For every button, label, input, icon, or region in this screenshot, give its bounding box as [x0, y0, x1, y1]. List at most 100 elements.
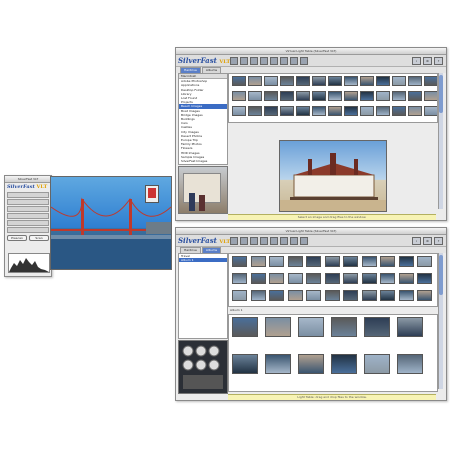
- thumbnail-image[interactable]: [248, 76, 262, 86]
- thumbnail-image[interactable]: [248, 91, 262, 101]
- grid-view-icon[interactable]: [240, 237, 248, 245]
- bottom-help-icon[interactable]: ?: [434, 237, 443, 245]
- thumbnail-image[interactable]: [287, 256, 303, 267]
- thumbnail-image[interactable]: [344, 76, 358, 86]
- thumbnail-image[interactable]: [306, 290, 321, 301]
- thumbnail-image[interactable]: [296, 91, 310, 101]
- thumbnail-image[interactable]: [344, 106, 358, 116]
- thumbnail-image[interactable]: [298, 317, 324, 337]
- print-icon[interactable]: [290, 237, 298, 245]
- thumbnail-image[interactable]: [343, 273, 358, 284]
- thumbnail-image[interactable]: [269, 273, 284, 284]
- thumbnail-image[interactable]: [376, 91, 390, 101]
- thumbnail-image[interactable]: [250, 290, 266, 301]
- thumbnail-image[interactable]: [264, 106, 278, 116]
- thumbnail-image[interactable]: [380, 290, 395, 301]
- thumbnail-image[interactable]: [296, 76, 310, 86]
- rotate-left-icon[interactable]: [270, 237, 278, 245]
- top-scrollbar-knob[interactable]: [439, 75, 443, 113]
- thumbnail-image[interactable]: [424, 106, 437, 116]
- trash-icon[interactable]: [300, 57, 308, 65]
- thumbnail-image[interactable]: [380, 273, 395, 284]
- list-view-icon[interactable]: [250, 57, 258, 65]
- thumbnail-image[interactable]: [280, 106, 294, 116]
- thumbnail-image[interactable]: [306, 256, 321, 267]
- thumbnail-image[interactable]: [269, 256, 284, 267]
- thumbnail-image[interactable]: [250, 256, 266, 267]
- thumbnail-image[interactable]: [324, 256, 340, 267]
- print-icon[interactable]: [290, 57, 298, 65]
- thumbnail-image[interactable]: [280, 91, 294, 101]
- thumbnail-image[interactable]: [376, 106, 390, 116]
- thumbnail-image[interactable]: [298, 354, 324, 374]
- thumbnail-image[interactable]: [232, 106, 246, 116]
- thumbnail-image[interactable]: [397, 354, 423, 374]
- prescan-preview-image[interactable]: [50, 176, 172, 270]
- thumbnail-size-icon[interactable]: [260, 57, 268, 65]
- thumbnail-image[interactable]: [361, 273, 377, 284]
- thumbnail-image[interactable]: [324, 273, 340, 284]
- thumbnail-image[interactable]: [398, 273, 414, 284]
- thumbnail-image[interactable]: [380, 256, 395, 267]
- top-scrollbar[interactable]: [438, 73, 443, 209]
- thumbnail-image[interactable]: [360, 106, 374, 116]
- thumbnail-image[interactable]: [328, 76, 342, 86]
- thumbnail-size-icon[interactable]: [260, 237, 268, 245]
- top-help-icon[interactable]: ?: [434, 57, 443, 65]
- prescan-control-5[interactable]: [7, 220, 49, 226]
- thumbnail-image[interactable]: [417, 256, 432, 267]
- thumbnail-image[interactable]: [232, 290, 247, 301]
- thumbnail-image[interactable]: [397, 317, 423, 337]
- thumbnail-image[interactable]: [232, 256, 247, 267]
- thumbnail-image[interactable]: [232, 317, 258, 337]
- camera-icon[interactable]: [230, 237, 238, 245]
- thumbnail-image[interactable]: [392, 106, 406, 116]
- prescan-control-2[interactable]: [7, 199, 49, 205]
- thumbnail-image[interactable]: [364, 354, 390, 374]
- thumbnail-image[interactable]: [343, 256, 358, 267]
- thumbnail-image[interactable]: [343, 290, 358, 301]
- thumbnail-image[interactable]: [424, 76, 437, 86]
- thumbnail-image[interactable]: [232, 354, 258, 374]
- thumbnail-image[interactable]: [398, 256, 414, 267]
- thumbnail-image[interactable]: [232, 273, 247, 284]
- scan-button[interactable]: Scan: [29, 235, 49, 241]
- thumbnail-image[interactable]: [248, 106, 262, 116]
- album-item-album-1[interactable]: Album 1: [179, 258, 227, 263]
- thumbnail-image[interactable]: [392, 76, 406, 86]
- thumbnail-image[interactable]: [331, 317, 357, 337]
- thumbnail-image[interactable]: [232, 76, 246, 86]
- thumbnail-image[interactable]: [232, 91, 246, 101]
- thumbnail-image[interactable]: [417, 273, 432, 284]
- thumbnail-image[interactable]: [361, 256, 377, 267]
- grid-view-icon[interactable]: [240, 57, 248, 65]
- thumbnail-image[interactable]: [264, 91, 278, 101]
- thumbnail-image[interactable]: [296, 106, 310, 116]
- thumbnail-image[interactable]: [312, 106, 326, 116]
- thumbnail-image[interactable]: [265, 317, 291, 337]
- thumbnail-image[interactable]: [361, 290, 377, 301]
- thumbnail-image[interactable]: [324, 290, 340, 301]
- bottom-scrollbar-knob[interactable]: [439, 255, 443, 295]
- thumbnail-image[interactable]: [331, 354, 357, 374]
- prescan-control-3[interactable]: [7, 206, 49, 212]
- prescan-control-4[interactable]: [7, 213, 49, 219]
- thumbnail-image[interactable]: [287, 290, 303, 301]
- thumbnail-image[interactable]: [328, 91, 342, 101]
- thumbnail-image[interactable]: [376, 76, 390, 86]
- thumbnail-image[interactable]: [424, 91, 437, 101]
- thumbnail-image[interactable]: [280, 76, 294, 86]
- bottom-info-icon[interactable]: i: [412, 237, 421, 245]
- thumbnail-image[interactable]: [328, 106, 342, 116]
- thumbnail-image[interactable]: [360, 91, 374, 101]
- thumbnail-image[interactable]: [344, 91, 358, 101]
- thumbnail-image[interactable]: [264, 76, 278, 86]
- thumbnail-image[interactable]: [417, 290, 432, 301]
- bottom-scrollbar[interactable]: [438, 253, 443, 389]
- camera-icon[interactable]: [230, 57, 238, 65]
- thumbnail-image[interactable]: [265, 354, 291, 374]
- rotate-right-icon[interactable]: [280, 57, 288, 65]
- trash-icon[interactable]: [300, 237, 308, 245]
- prescan-control-1[interactable]: [7, 192, 49, 198]
- thumbnail-image[interactable]: [312, 76, 326, 86]
